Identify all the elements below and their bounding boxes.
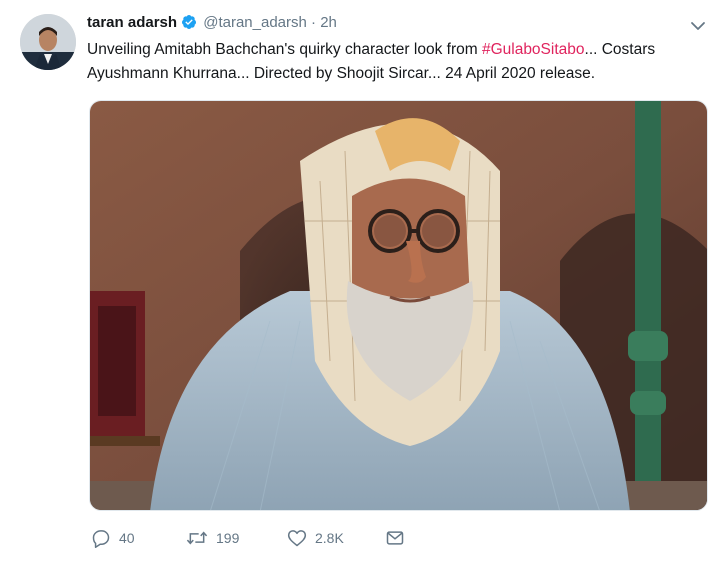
- tweet-text-part1: Unveiling Amitabh Bachchan's quirky char…: [87, 41, 482, 58]
- verified-badge-icon: [181, 14, 197, 34]
- retweet-icon: [186, 528, 208, 548]
- message-button[interactable]: [385, 528, 405, 548]
- tweet-timestamp[interactable]: 2h: [320, 14, 337, 31]
- tweet-text: Unveiling Amitabh Bachchan's quirky char…: [87, 38, 707, 86]
- tweet-image[interactable]: [89, 100, 708, 511]
- chevron-down-icon[interactable]: [690, 18, 706, 39]
- like-icon: [287, 528, 307, 548]
- user-handle[interactable]: @taran_adarsh: [203, 14, 307, 31]
- avatar-image: [20, 14, 76, 70]
- like-button[interactable]: 2.8K: [287, 528, 344, 548]
- reply-button[interactable]: 40: [91, 528, 135, 548]
- retweet-button[interactable]: 199: [186, 528, 239, 548]
- retweet-count: 199: [216, 530, 240, 546]
- reply-count: 40: [119, 530, 135, 546]
- display-name[interactable]: taran adarsh: [87, 14, 177, 31]
- hashtag-link[interactable]: #GulaboSitabo: [482, 41, 585, 58]
- like-count: 2.8K: [315, 530, 344, 546]
- character-photo: [90, 101, 707, 510]
- tweet-header: taran adarsh @taran_adarsh · 2h: [87, 14, 337, 34]
- separator-dot: ·: [311, 14, 317, 31]
- message-icon: [385, 528, 405, 548]
- avatar[interactable]: [20, 14, 76, 70]
- tweet-actions: 40 199 2.8K: [89, 528, 689, 556]
- reply-icon: [91, 528, 111, 548]
